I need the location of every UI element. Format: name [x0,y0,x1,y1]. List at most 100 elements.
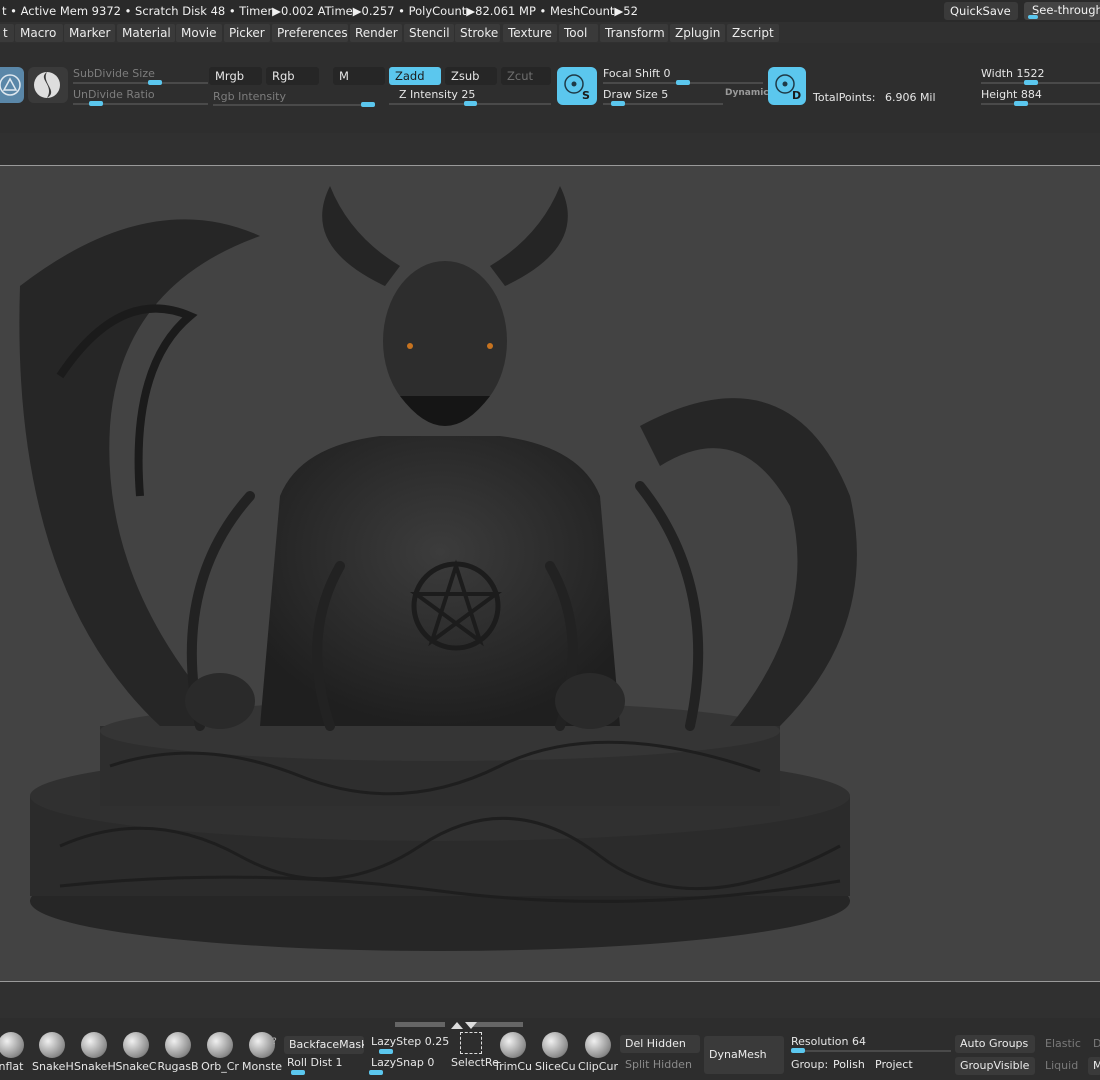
brush-nflat[interactable]: nflat [0,1032,28,1073]
brush-snakehook-2[interactable]: SnakeH [74,1032,116,1073]
lazystep-thumb[interactable] [379,1049,393,1054]
m-button[interactable]: M [333,67,385,85]
focal-shift-thumb[interactable] [676,80,690,85]
select-rect-brush[interactable]: SelectRe [451,1032,499,1069]
z-intensity-slider[interactable]: Z Intensity 25 [389,88,551,106]
menu-item-preferences[interactable]: Preferences [272,24,348,42]
clip-curve-brush[interactable]: ClipCur [577,1032,619,1073]
m-button-shelf[interactable]: M [1088,1057,1100,1075]
brush-snakec[interactable]: SnakeC [115,1032,157,1073]
trim-curve-brush[interactable]: TrimCu [493,1032,533,1073]
z-intensity-label: Z Intensity 25 [399,88,476,101]
brush-snakehook-1[interactable]: SnakeH [32,1032,74,1073]
menu-item-transform[interactable]: Transform [600,24,668,42]
liquid-button[interactable]: Liquid [1040,1057,1088,1075]
menu-item-zscript[interactable]: Zscript [727,24,779,42]
undivide-ratio-label: UnDivide Ratio [73,88,155,101]
menu-item-movie[interactable]: Movie [176,24,222,42]
total-points-label: TotalPoints: [813,91,876,104]
see-through-slider[interactable]: See-through [1024,2,1100,20]
sculpt-mode-button[interactable] [0,67,24,103]
undivide-thumb[interactable] [89,101,103,106]
lazystep-slider[interactable]: LazyStep 0.25 [371,1035,451,1054]
total-points-value: 6.906 Mil [884,91,936,104]
menu-item-stroke[interactable]: Stroke [455,24,500,42]
polish-button[interactable]: Polish [828,1056,870,1074]
slice-curve-brush[interactable]: SliceCu [535,1032,576,1073]
menu-item-tool[interactable]: Tool [559,24,598,42]
zcut-button[interactable]: Zcut [501,67,551,85]
roll-dist-label: Roll Dist 1 [287,1056,343,1069]
top-toolbar: SubDivide Size UnDivide Ratio Mrgb Rgb M… [0,43,1100,133]
lazysnap-slider[interactable]: LazySnap 0 [369,1056,451,1075]
split-hidden-button[interactable]: Split Hidden [620,1056,700,1074]
s-brush-button[interactable]: S [557,67,597,105]
s-letter: S [582,89,590,102]
d-button[interactable]: D [1088,1035,1100,1053]
menu-item-macro[interactable]: Macro [15,24,63,42]
sphere-icon [34,72,60,98]
del-hidden-button[interactable]: Del Hidden [620,1035,700,1053]
brush-sphere-icon [0,1032,24,1058]
resolution-track [791,1050,951,1052]
focal-shift-label: Focal Shift 0 [603,67,671,80]
height-slider[interactable]: Height 884 [981,88,1100,106]
menu-item-texture[interactable]: Texture [503,24,557,42]
dynamic-button[interactable]: Dynamic [725,88,769,98]
rgb-intensity-slider[interactable]: Rgb Intensity [213,90,375,107]
menu-item-stencil[interactable]: Stencil [404,24,454,42]
draw-size-label: Draw Size 5 [603,88,669,101]
trim-curve-icon [500,1032,526,1058]
z-intensity-thumb[interactable] [464,101,477,106]
brush-snake-icon [81,1032,107,1058]
rgb-intensity-label: Rgb Intensity [213,90,286,103]
group-visible-button[interactable]: GroupVisible [955,1057,1035,1075]
width-slider[interactable]: Width 1522 [981,67,1100,85]
canvas-viewport[interactable] [0,165,1100,982]
see-through-thumb[interactable] [1028,15,1038,19]
roll-dist-slider[interactable]: Roll Dist 1 [287,1056,363,1075]
shelf-handle-icon[interactable] [395,1020,525,1030]
status-text: t • Active Mem 9372 • Scratch Disk 48 • … [2,4,638,18]
menu-item-zplugin[interactable]: Zplugin [670,24,725,42]
quicksave-button[interactable]: QuickSave [944,2,1018,20]
menu-item-t[interactable]: t [0,24,14,42]
brush-rugasb[interactable]: RugasB [157,1032,199,1073]
menu-item-picker[interactable]: Picker [224,24,270,42]
zsub-button[interactable]: Zsub [445,67,497,85]
rgb-button[interactable]: Rgb [266,67,319,85]
subdivide-size-slider[interactable]: SubDivide Size [73,67,208,85]
material-sphere-button[interactable] [28,67,68,103]
project-button[interactable]: Project [870,1056,922,1074]
height-thumb[interactable] [1014,101,1028,106]
width-thumb[interactable] [1024,80,1038,85]
sculpt-triangle-icon [0,74,21,96]
resolution-thumb[interactable] [791,1048,805,1053]
width-track [981,82,1100,84]
elastic-button[interactable]: Elastic [1040,1035,1088,1053]
select-rect-icon [460,1032,482,1054]
slice-curve-icon [542,1032,568,1058]
d-brush-button[interactable]: D [768,67,806,105]
backface-mask-button[interactable]: BackfaceMask [284,1036,364,1054]
subdivide-thumb[interactable] [148,80,162,85]
zadd-button[interactable]: Zadd [389,67,441,85]
resolution-slider[interactable]: Resolution 64 [791,1035,951,1053]
roll-dist-thumb[interactable] [291,1070,305,1075]
menu-item-marker[interactable]: Marker [64,24,115,42]
group-label: Group: [791,1058,829,1071]
width-label: Width 1522 [981,67,1045,80]
lazysnap-thumb[interactable] [369,1070,383,1075]
focal-shift-slider[interactable]: Focal Shift 0 [603,67,763,85]
dynamesh-button[interactable]: DynaMesh [704,1036,784,1074]
menu-item-render[interactable]: Render [350,24,402,42]
mrgb-button[interactable]: Mrgb [209,67,262,85]
rgb-intensity-thumb[interactable] [361,102,375,107]
undivide-ratio-slider[interactable]: UnDivide Ratio [73,88,208,106]
brush-snake-icon [39,1032,65,1058]
brush-orb-cr[interactable]: Orb_Cr [200,1032,240,1073]
menu-item-material[interactable]: Material [117,24,175,42]
status-bar: t • Active Mem 9372 • Scratch Disk 48 • … [0,0,1100,22]
auto-groups-button[interactable]: Auto Groups [955,1035,1035,1053]
draw-size-thumb[interactable] [611,101,625,106]
